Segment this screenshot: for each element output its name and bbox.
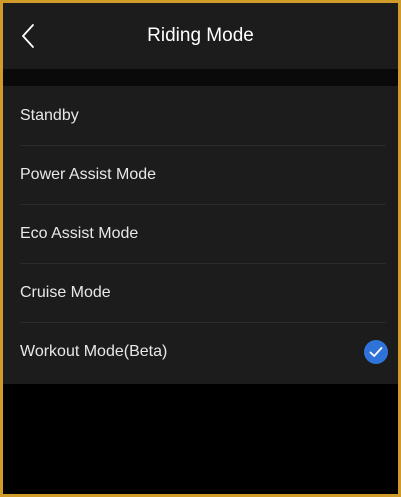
mode-list: Standby Power Assist Mode Eco Assist Mod… bbox=[3, 86, 398, 384]
page-title: Riding Mode bbox=[147, 25, 254, 46]
header-bar: Riding Mode bbox=[3, 3, 398, 69]
checkmark-circle-icon bbox=[364, 340, 388, 364]
mode-label: Cruise Mode bbox=[20, 283, 111, 301]
mode-item-power-assist[interactable]: Power Assist Mode bbox=[3, 145, 398, 204]
section-divider bbox=[3, 69, 398, 86]
mode-item-standby[interactable]: Standby bbox=[3, 86, 398, 145]
mode-label: Power Assist Mode bbox=[20, 165, 157, 183]
mode-label: Standby bbox=[20, 106, 79, 124]
mode-item-workout[interactable]: Workout Mode(Beta) bbox=[3, 322, 398, 381]
mode-item-cruise[interactable]: Cruise Mode bbox=[3, 263, 398, 322]
app-screen: Riding Mode Standby Power Assist Mode Ec… bbox=[3, 3, 398, 494]
mode-label: Eco Assist Mode bbox=[20, 224, 139, 242]
mode-label: Workout Mode(Beta) bbox=[20, 342, 168, 360]
mode-item-eco-assist[interactable]: Eco Assist Mode bbox=[3, 204, 398, 263]
